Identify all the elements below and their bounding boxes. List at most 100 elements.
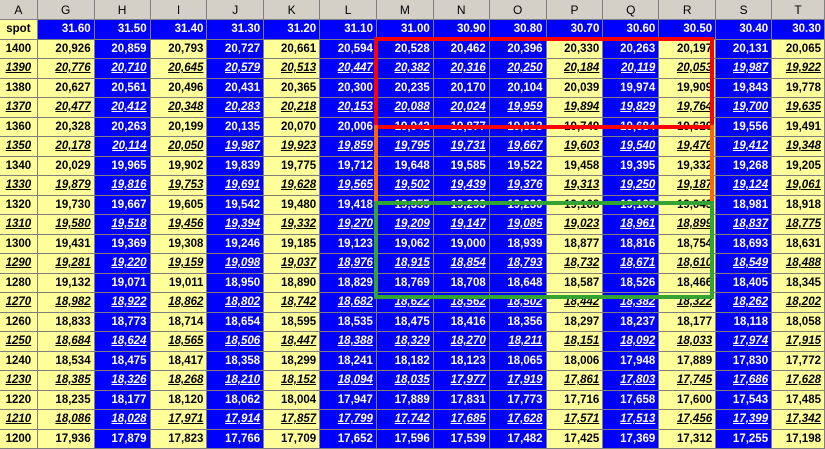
value-cell[interactable]: 18,062 (206, 390, 265, 410)
value-cell[interactable]: 20,263 (602, 39, 660, 59)
value-cell[interactable]: 17,652 (319, 429, 377, 449)
value-cell[interactable]: 18,899 (658, 214, 717, 235)
value-cell[interactable]: 20,727 (206, 39, 265, 59)
value-cell[interactable]: 19,376 (489, 175, 547, 196)
value-cell[interactable]: 19,369 (94, 234, 151, 254)
row-label-cell[interactable]: 1310 (0, 214, 38, 235)
value-cell[interactable]: 18,833 (37, 312, 95, 332)
value-cell[interactable]: 19,684 (602, 117, 660, 137)
value-cell[interactable]: 18,526 (602, 273, 660, 293)
column-header-s[interactable]: S (715, 0, 773, 20)
value-cell[interactable]: 20,579 (206, 58, 265, 79)
value-cell[interactable]: 18,682 (319, 292, 377, 313)
value-cell[interactable]: 19,185 (263, 234, 321, 254)
value-cell[interactable]: 19,313 (546, 175, 604, 196)
column-header-i[interactable]: I (150, 0, 208, 20)
value-cell[interactable]: 18,262 (715, 292, 773, 313)
value-cell[interactable]: 17,543 (715, 390, 773, 410)
value-cell[interactable]: 17,425 (546, 429, 604, 449)
value-cell[interactable]: 20,316 (433, 58, 490, 79)
value-cell[interactable]: 17,861 (546, 370, 604, 391)
value-cell[interactable]: 18,918 (771, 195, 825, 215)
row-label-cell[interactable]: 1280 (0, 273, 38, 293)
value-cell[interactable]: 18,773 (94, 312, 151, 332)
value-cell[interactable]: 18,385 (37, 370, 95, 391)
value-cell[interactable]: 20,263 (94, 117, 151, 137)
row-label-cell[interactable]: 1230 (0, 370, 38, 391)
value-cell[interactable]: 18,714 (150, 312, 208, 332)
row-label-cell[interactable]: 1290 (0, 253, 38, 274)
value-cell[interactable]: 18,006 (546, 351, 604, 371)
value-cell[interactable]: 17,915 (771, 331, 825, 352)
value-cell[interactable]: 19,894 (546, 97, 604, 118)
value-cell[interactable]: 20,029 (37, 156, 95, 176)
value-cell[interactable]: 20,594 (319, 39, 377, 59)
spot-label-cell[interactable]: spot (0, 19, 38, 40)
value-cell[interactable]: 18,502 (489, 292, 547, 313)
value-cell[interactable]: 18,648 (489, 273, 547, 293)
value-cell[interactable]: 18,549 (715, 253, 773, 274)
value-cell[interactable]: 20,382 (376, 58, 434, 79)
spot-cell[interactable]: 31.10 (319, 19, 377, 40)
value-cell[interactable]: 17,773 (489, 390, 547, 410)
value-cell[interactable]: 18,475 (376, 312, 434, 332)
value-cell[interactable]: 19,412 (715, 136, 773, 157)
column-header-t[interactable]: T (771, 0, 825, 20)
value-cell[interactable]: 19,556 (715, 117, 773, 137)
value-cell[interactable]: 19,105 (602, 195, 660, 215)
value-cell[interactable]: 18,622 (376, 292, 434, 313)
value-cell[interactable]: 20,661 (263, 39, 321, 59)
value-cell[interactable]: 19,965 (94, 156, 151, 176)
value-cell[interactable]: 18,152 (263, 370, 321, 391)
value-cell[interactable]: 18,177 (658, 312, 717, 332)
value-cell[interactable]: 19,168 (546, 195, 604, 215)
row-label-cell[interactable]: 1240 (0, 351, 38, 371)
value-cell[interactable]: 19,923 (263, 136, 321, 157)
value-cell[interactable]: 17,936 (37, 429, 95, 449)
value-cell[interactable]: 18,237 (602, 312, 660, 332)
value-cell[interactable]: 20,412 (94, 97, 151, 118)
value-cell[interactable]: 20,627 (37, 78, 95, 98)
value-cell[interactable]: 18,416 (433, 312, 490, 332)
value-cell[interactable]: 20,053 (658, 58, 717, 79)
value-cell[interactable]: 20,561 (94, 78, 151, 98)
value-cell[interactable]: 19,000 (433, 234, 490, 254)
value-cell[interactable]: 17,716 (546, 390, 604, 410)
value-cell[interactable]: 17,485 (771, 390, 825, 410)
value-cell[interactable]: 18,268 (150, 370, 208, 391)
value-cell[interactable]: 19,043 (658, 195, 717, 215)
column-header-k[interactable]: K (263, 0, 321, 20)
value-cell[interactable]: 19,795 (376, 136, 434, 157)
value-cell[interactable]: 19,332 (658, 156, 717, 176)
value-cell[interactable]: 20,365 (263, 78, 321, 98)
spot-cell[interactable]: 30.30 (771, 19, 825, 40)
row-label-cell[interactable]: 1300 (0, 234, 38, 254)
spot-cell[interactable]: 30.40 (715, 19, 773, 40)
value-cell[interactable]: 19,753 (150, 175, 208, 196)
value-cell[interactable]: 19,942 (376, 117, 434, 137)
spot-cell[interactable]: 31.60 (37, 19, 95, 40)
value-cell[interactable]: 18,270 (433, 331, 490, 352)
value-cell[interactable]: 18,235 (37, 390, 95, 410)
value-cell[interactable]: 17,399 (715, 409, 773, 430)
value-cell[interactable]: 19,902 (150, 156, 208, 176)
column-header-j[interactable]: J (206, 0, 265, 20)
value-cell[interactable]: 18,382 (602, 292, 660, 313)
value-cell[interactable]: 17,539 (433, 429, 490, 449)
value-cell[interactable]: 18,754 (658, 234, 717, 254)
value-cell[interactable]: 17,482 (489, 429, 547, 449)
value-cell[interactable]: 18,123 (433, 351, 490, 371)
value-cell[interactable]: 19,281 (37, 253, 95, 274)
value-cell[interactable]: 19,037 (263, 253, 321, 274)
value-cell[interactable]: 18,862 (150, 292, 208, 313)
value-cell[interactable]: 18,922 (94, 292, 151, 313)
value-cell[interactable]: 19,061 (771, 175, 825, 196)
column-header-r[interactable]: R (658, 0, 717, 20)
value-cell[interactable]: 20,184 (546, 58, 604, 79)
value-cell[interactable]: 18,058 (771, 312, 825, 332)
value-cell[interactable]: 19,620 (658, 117, 717, 137)
column-header-o[interactable]: O (489, 0, 547, 20)
value-cell[interactable]: 19,502 (376, 175, 434, 196)
value-cell[interactable]: 18,816 (602, 234, 660, 254)
value-cell[interactable]: 18,004 (263, 390, 321, 410)
